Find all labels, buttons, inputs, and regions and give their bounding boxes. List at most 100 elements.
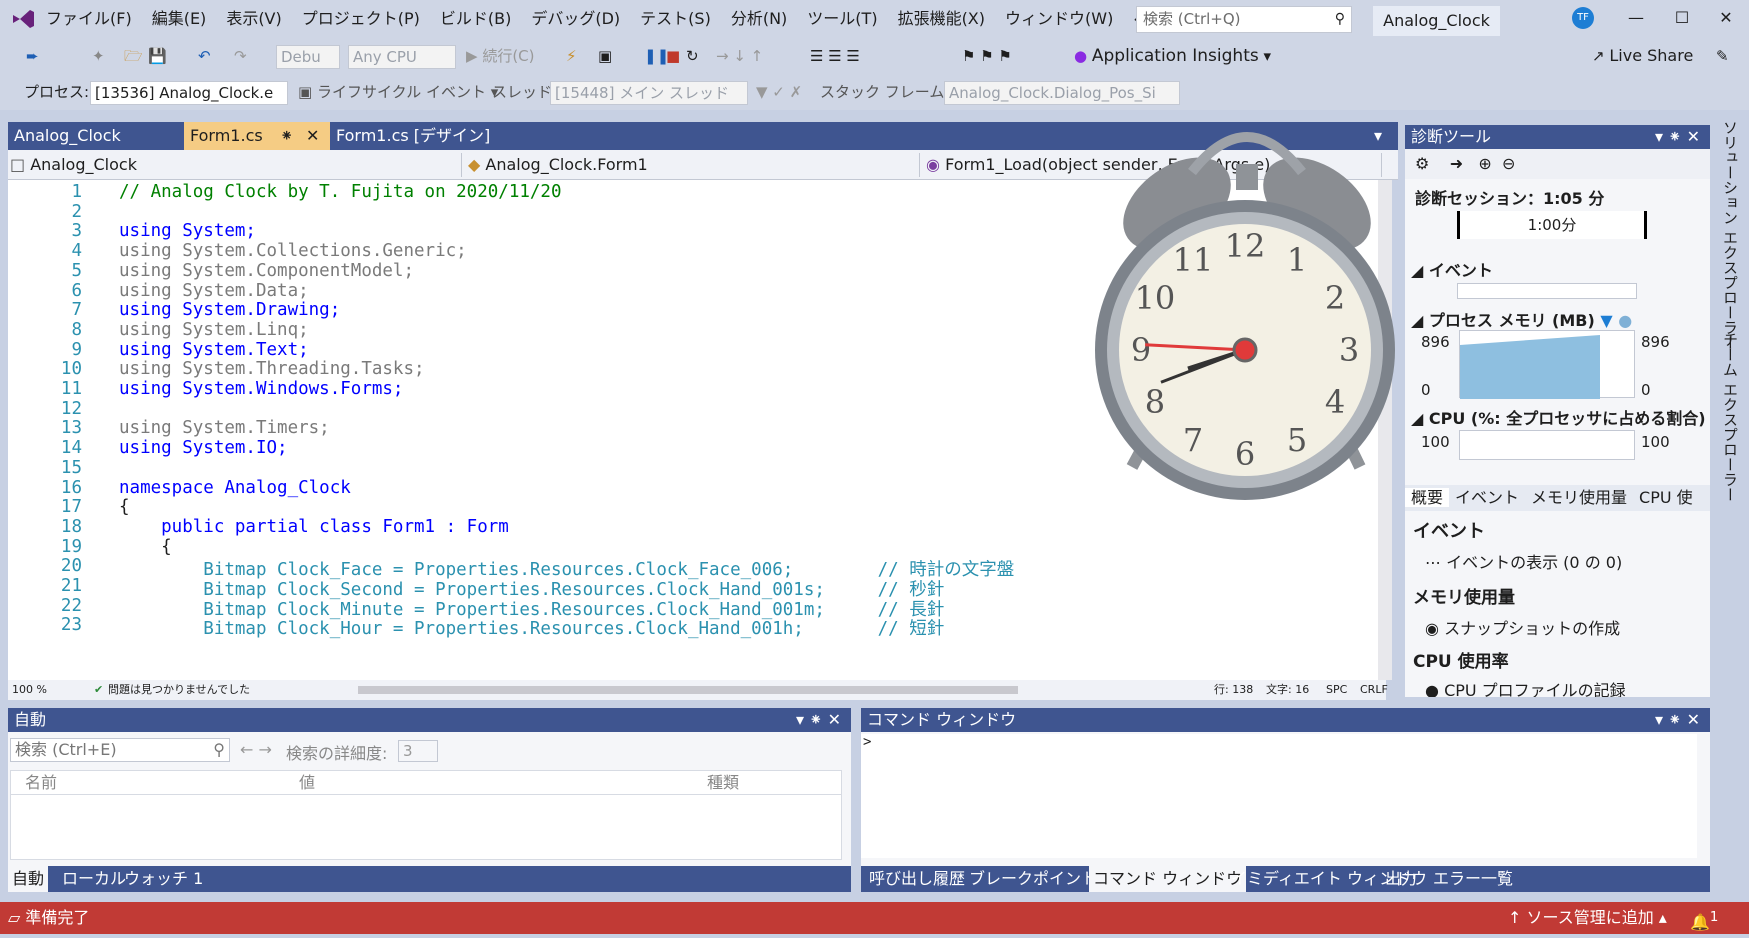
memory-graph[interactable] bbox=[1459, 330, 1635, 399]
cpu-header[interactable]: ◢ CPU (%: 全プロセッサに占める割合) bbox=[1411, 405, 1706, 429]
events-header[interactable]: ◢ イベント bbox=[1411, 257, 1493, 281]
memory-header[interactable]: ◢ プロセス メモリ (MB) ▼ ● bbox=[1411, 307, 1632, 331]
autos-search[interactable]: 検索 (Ctrl+E) ⚲ bbox=[10, 738, 230, 762]
save-icon[interactable]: 💾 bbox=[148, 44, 167, 68]
menu-item[interactable]: デバッグ(D) bbox=[521, 0, 630, 38]
tab-form1-design[interactable]: Form1.cs [デザイン] bbox=[330, 122, 540, 150]
col-name[interactable]: 名前 bbox=[25, 771, 57, 795]
step-over-icon[interactable]: → ↓ ↑ bbox=[716, 44, 763, 68]
code-line[interactable]: using System.Data; bbox=[119, 281, 309, 301]
code-line[interactable]: using System.Windows.Forms; bbox=[119, 379, 403, 399]
menu-item[interactable]: 拡張機能(X) bbox=[888, 0, 995, 38]
tab-form1-cs[interactable]: Form1.cs ⁕ ✕ bbox=[184, 122, 330, 150]
restart-icon[interactable]: ↻ bbox=[686, 44, 699, 68]
bottom-tab[interactable]: 出力 bbox=[1381, 866, 1421, 892]
lifecycle-events-button[interactable]: ▣ ライフサイクル イベント ▾ bbox=[298, 80, 498, 104]
bottom-tab[interactable]: 呼び出し履歴 bbox=[865, 866, 969, 892]
select-tools-icon[interactable]: ➜ bbox=[1450, 154, 1463, 173]
horizontal-scrollbar[interactable] bbox=[358, 686, 1018, 694]
open-folder-icon[interactable]: 🗁 bbox=[124, 44, 143, 68]
hot-reload-icon[interactable]: ⚡ bbox=[566, 44, 577, 68]
thread-combo[interactable]: [15448] メイン スレッド bbox=[550, 81, 748, 105]
stack-frame-combo[interactable]: Analog_Clock.Dialog_Pos_Si bbox=[944, 81, 1180, 105]
bottom-tab[interactable]: コマンド ウィンドウ bbox=[1089, 866, 1247, 892]
code-line[interactable]: namespace Analog_Clock bbox=[119, 478, 351, 498]
code-line[interactable]: { bbox=[119, 497, 130, 517]
bottom-tab[interactable]: ウォッチ 1 bbox=[120, 866, 207, 892]
stop-icon[interactable]: ■ bbox=[666, 44, 680, 68]
menu-item[interactable]: テスト(S) bbox=[630, 0, 721, 38]
code-line[interactable]: { bbox=[119, 537, 172, 557]
panel-close-icon[interactable]: ▾ ⁕ ✕ bbox=[1655, 708, 1700, 732]
solution-explorer-tab[interactable]: ソリューション エクスプローラー bbox=[1720, 120, 1741, 350]
menu-item[interactable]: ウィンドウ(W) bbox=[995, 0, 1123, 38]
code-line[interactable]: using System.Drawing; bbox=[119, 300, 340, 320]
nav-arrows-icon[interactable]: ← → bbox=[240, 740, 272, 759]
col-type[interactable]: 種類 bbox=[707, 771, 739, 795]
minimize-icon[interactable]: — bbox=[1613, 4, 1659, 32]
diag-tab[interactable]: イベント bbox=[1449, 488, 1525, 507]
tab-analog-clock[interactable]: Analog_Clock bbox=[8, 122, 184, 150]
bottom-tab[interactable]: エラー一覧 bbox=[1429, 866, 1517, 892]
code-line[interactable]: // Analog Clock by T. Fujita on 2020/11/… bbox=[119, 182, 562, 202]
zoom-out-icon[interactable]: ⊖ bbox=[1502, 154, 1515, 173]
code-line[interactable]: public partial class Form1 : Form bbox=[119, 517, 509, 537]
take-snapshot-button[interactable]: ◉ スナップショットの作成 bbox=[1425, 615, 1620, 639]
platform-combo[interactable]: Any CPU bbox=[348, 45, 456, 69]
menu-item[interactable]: ビルド(B) bbox=[430, 0, 521, 38]
feedback-icon[interactable]: ✎ bbox=[1716, 44, 1729, 68]
analog-clock-widget[interactable]: 12 12 3 45678 9 1011 bbox=[1092, 112, 1398, 514]
cpu-profile-button[interactable]: ● CPU プロファイルの記録 bbox=[1425, 677, 1626, 697]
code-line[interactable]: using System.Collections.Generic; bbox=[119, 241, 467, 261]
show-events-link[interactable]: ⋯ イベントの表示 (0 の 0) bbox=[1425, 549, 1622, 573]
diag-tab[interactable]: メモリ使用量 bbox=[1525, 488, 1633, 507]
search-box[interactable]: 検索 (Ctrl+Q) ⚲ bbox=[1136, 6, 1352, 33]
back-icon[interactable]: ➨ bbox=[26, 44, 39, 68]
menu-item[interactable]: ツール(T) bbox=[797, 0, 887, 38]
code-line[interactable]: using System.Text; bbox=[119, 340, 309, 360]
team-explorer-tab[interactable]: チーム エクスプローラー bbox=[1720, 332, 1741, 502]
redo-icon[interactable]: ↷ bbox=[234, 44, 247, 68]
code-line[interactable]: using System.IO; bbox=[119, 438, 288, 458]
code-line[interactable]: Bitmap Clock_Hour = Properties.Resources… bbox=[119, 615, 944, 640]
notifications-icon[interactable]: 🔔1 bbox=[1690, 902, 1718, 938]
diag-tab[interactable]: 概要 bbox=[1405, 488, 1450, 507]
project-nav-combo[interactable]: □ Analog_Clock bbox=[10, 153, 462, 177]
zoom-in-icon[interactable]: ⊕ bbox=[1478, 154, 1491, 173]
diag-tab[interactable]: CPU 使 bbox=[1633, 488, 1699, 507]
code-line[interactable]: using System.Timers; bbox=[119, 418, 330, 438]
live-share-button[interactable]: ↗ Live Share bbox=[1592, 44, 1693, 68]
panel-close-icon[interactable]: ▾ ⁕ ✕ bbox=[1655, 125, 1700, 149]
screenshot-icon[interactable]: ▣ bbox=[598, 44, 612, 68]
bottom-tab[interactable]: ブレークポイント bbox=[965, 866, 1101, 892]
menu-item[interactable]: 表示(V) bbox=[216, 0, 291, 38]
breakpoint-tools-icon[interactable]: ☰ ☰ ☰ bbox=[810, 44, 860, 68]
vs-logo-icon[interactable] bbox=[10, 6, 36, 32]
bottom-tab[interactable]: 自動 bbox=[8, 866, 49, 892]
panel-close-icon[interactable]: ▾ ⁕ ✕ bbox=[796, 708, 841, 732]
close-tab-icon[interactable]: ✕ bbox=[306, 122, 319, 150]
thread-filter-icon[interactable]: ▼ ✓ ✗ bbox=[756, 80, 802, 104]
class-nav-combo[interactable]: ◆ Analog_Clock.Form1 bbox=[468, 153, 920, 177]
session-timeline[interactable]: 1:00分 bbox=[1457, 211, 1647, 239]
depth-combo[interactable]: 3 bbox=[398, 740, 438, 762]
source-control-button[interactable]: ↑ ソース管理に追加 ▴ bbox=[1508, 902, 1667, 934]
settings-icon[interactable]: ⚙ bbox=[1415, 154, 1429, 173]
new-project-icon[interactable]: ✦ bbox=[92, 44, 105, 68]
issues-status[interactable]: 問題は見つかりませんでした bbox=[108, 680, 250, 700]
zoom-level[interactable]: 100 % bbox=[12, 680, 47, 700]
code-line[interactable]: using System.Linq; bbox=[119, 320, 309, 340]
menu-item[interactable]: 分析(N) bbox=[721, 0, 797, 38]
continue-button[interactable]: ▶ 続行(C) bbox=[466, 44, 535, 68]
bookmark-icon[interactable]: ⚑ ⚑ ⚑ bbox=[962, 44, 1012, 68]
pin-icon[interactable]: ⁕ bbox=[280, 122, 293, 150]
menu-item[interactable]: ファイル(F) bbox=[36, 0, 142, 38]
undo-icon[interactable]: ↶ bbox=[198, 44, 211, 68]
process-combo[interactable]: [13536] Analog_Clock.e bbox=[90, 81, 288, 105]
code-line[interactable]: using System; bbox=[119, 221, 256, 241]
maximize-icon[interactable]: ☐ bbox=[1659, 4, 1705, 32]
menu-item[interactable]: プロジェクト(P) bbox=[292, 0, 430, 38]
app-insights-button[interactable]: ● Application Insights ▾ bbox=[1074, 44, 1271, 68]
cpu-graph[interactable] bbox=[1459, 430, 1635, 460]
code-line[interactable]: using System.Threading.Tasks; bbox=[119, 359, 425, 379]
